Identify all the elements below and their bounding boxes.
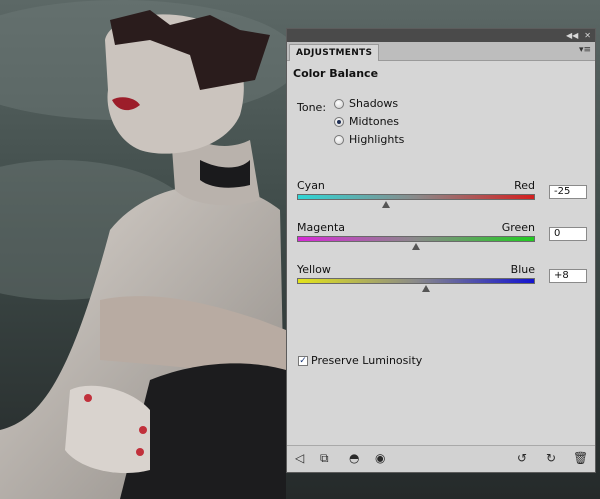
tone-option-midtones[interactable]: Midtones — [334, 115, 399, 128]
clip-to-layer-icon[interactable]: ⧉ — [320, 451, 329, 465]
tone-option-label: Highlights — [349, 133, 405, 146]
panel-menu-icon[interactable]: ▾≡ — [579, 45, 591, 55]
preserve-luminosity-option[interactable]: ✓ Preserve Luminosity — [298, 354, 422, 367]
panel-titlebar: ◀◀ ✕ — [287, 29, 595, 42]
close-icon[interactable]: ✕ — [584, 31, 591, 40]
back-arrow-icon[interactable]: ◁ — [295, 451, 304, 465]
slider-track[interactable] — [297, 194, 535, 200]
adjustment-title: Color Balance — [293, 67, 379, 80]
trash-icon[interactable]: 🗑 — [573, 451, 588, 465]
tone-option-highlights[interactable]: Highlights — [334, 133, 404, 146]
magenta-green-slider: Magenta Green 0 — [297, 221, 589, 261]
reset-icon[interactable]: ↻ — [546, 451, 556, 465]
slider-thumb[interactable] — [412, 243, 420, 250]
slider-right-label: Blue — [510, 263, 535, 276]
view-previous-state-icon[interactable]: ↺ — [517, 451, 527, 465]
slider-left-label: Magenta — [297, 221, 346, 234]
slider-left-label: Cyan — [297, 179, 325, 192]
panel-tab-row: ADJUSTMENTS ▾≡ — [287, 42, 595, 61]
yellow-blue-slider: Yellow Blue +8 — [297, 263, 589, 303]
midtones-radio[interactable] — [334, 116, 344, 127]
adjustment-visibility-icon[interactable]: ◓ — [349, 451, 359, 465]
tone-option-label: Shadows — [349, 97, 399, 110]
tab-adjustments[interactable]: ADJUSTMENTS — [289, 44, 380, 61]
panel-bottom-toolbar: ◁ ⧉ ◓ ◉ ↺ ↻ 🗑 — [287, 445, 595, 472]
tone-option-label: Midtones — [349, 115, 400, 128]
tone-option-shadows[interactable]: Shadows — [334, 97, 398, 110]
slider-right-label: Red — [514, 179, 535, 192]
collapse-double-arrow-icon[interactable]: ◀◀ — [566, 31, 578, 40]
preserve-luminosity-checkbox[interactable]: ✓ — [298, 355, 308, 366]
adjustments-panel: ◀◀ ✕ ADJUSTMENTS ▾≡ Color Balance Tone: … — [286, 28, 596, 473]
yellow-blue-value-field[interactable]: +8 — [549, 269, 587, 283]
slider-thumb[interactable] — [422, 285, 430, 292]
eye-icon[interactable]: ◉ — [375, 451, 385, 465]
slider-thumb[interactable] — [382, 201, 390, 208]
highlights-radio[interactable] — [334, 134, 344, 145]
slider-track[interactable] — [297, 278, 535, 284]
slider-track[interactable] — [297, 236, 535, 242]
slider-right-label: Green — [501, 221, 535, 234]
magenta-green-value-field[interactable]: 0 — [549, 227, 587, 241]
tone-label: Tone: — [297, 101, 327, 114]
shadows-radio[interactable] — [334, 98, 344, 109]
preserve-luminosity-label: Preserve Luminosity — [311, 354, 423, 367]
slider-left-label: Yellow — [297, 263, 331, 276]
cyan-red-slider: Cyan Red -25 — [297, 179, 589, 219]
cyan-red-value-field[interactable]: -25 — [549, 185, 587, 199]
